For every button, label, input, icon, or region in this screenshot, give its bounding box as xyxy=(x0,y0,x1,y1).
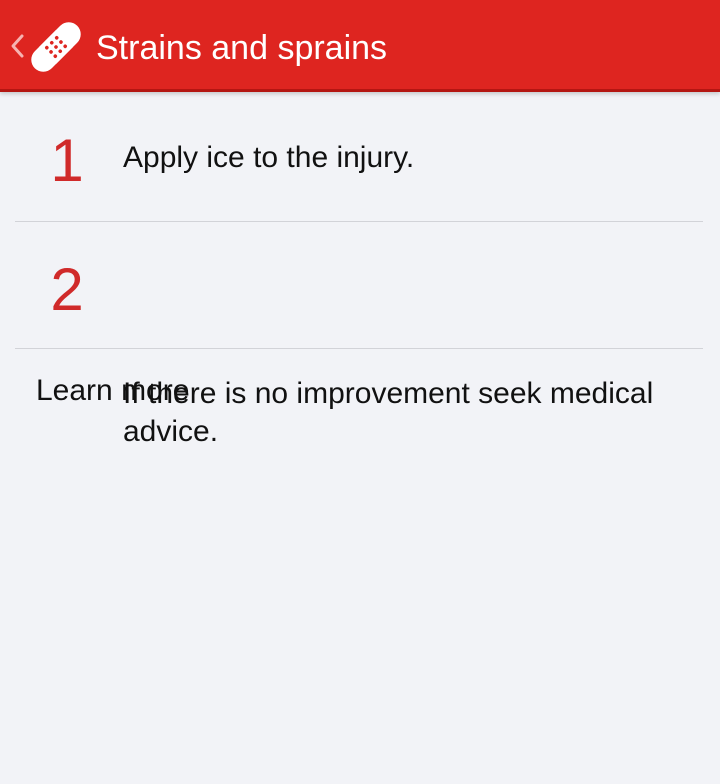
step-list: 1 Apply ice to the injury. 2 If there is… xyxy=(15,95,703,448)
chevron-left-icon xyxy=(11,34,24,58)
learn-more-link[interactable]: Learn more xyxy=(36,372,189,410)
step-text: If there is no improvement seek medical … xyxy=(123,377,654,448)
page-title: Strains and sprains xyxy=(96,29,388,67)
step-item: 1 Apply ice to the injury. xyxy=(15,95,703,222)
step-number: 1 xyxy=(50,127,84,194)
app-bar: Strains and sprains xyxy=(0,0,720,92)
step-text: Apply ice to the injury. xyxy=(123,141,415,174)
step-item: 2 If there is no improvement seek medica… xyxy=(15,222,703,448)
up-button[interactable] xyxy=(0,0,92,92)
step-number: 2 xyxy=(50,256,84,323)
bandage-icon xyxy=(31,22,81,72)
